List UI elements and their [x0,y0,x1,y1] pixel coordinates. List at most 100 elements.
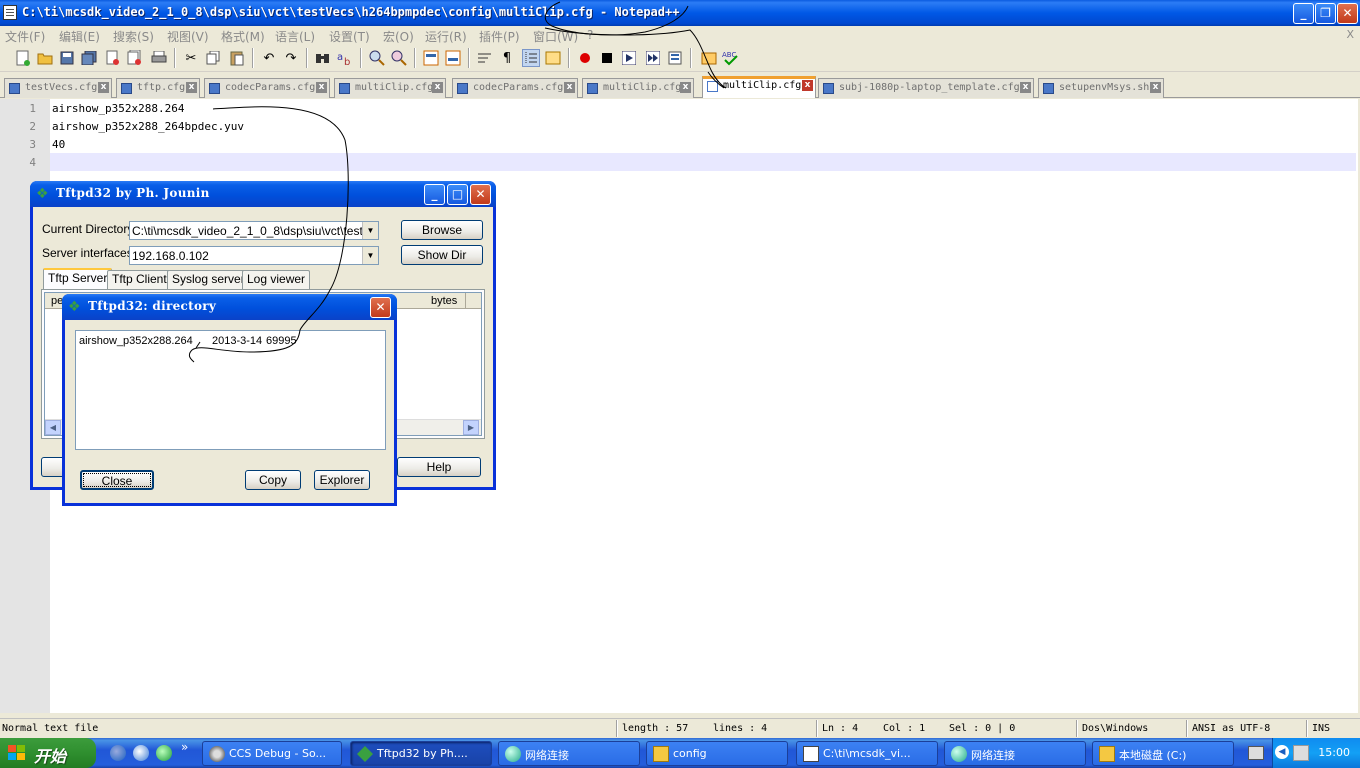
tab-close-icon[interactable]: x [802,80,813,91]
menu-item-3[interactable]: 视图(V) [167,28,209,45]
record-macro-icon[interactable] [576,49,594,67]
scroll-left-icon[interactable]: ◀ [45,420,61,435]
new-file-icon[interactable] [14,49,32,67]
menu-item-10[interactable]: 窗口(W) [533,28,578,45]
show-dir-button[interactable]: Show Dir [401,245,483,265]
tab-close-icon[interactable]: x [432,82,443,93]
minimize-button[interactable]: _ [1293,3,1314,24]
close-all-icon[interactable] [126,49,144,67]
tab-close-icon[interactable]: x [680,82,691,93]
quick-launch-more[interactable]: » [181,740,188,754]
paste-icon[interactable] [228,49,246,67]
word-wrap-icon[interactable] [476,49,494,67]
save-macro-icon[interactable] [666,49,684,67]
sync-horizontal-icon[interactable] [444,49,462,67]
spell-check-icon[interactable]: ABC [722,49,740,67]
menu-item-5[interactable]: 语言(L) [275,28,315,45]
directory-entry[interactable]: airshow_p352x288.264 2013-3-14 69995 [79,335,379,349]
current-directory-combo[interactable]: C:\ti\mcsdk_video_2_1_0_8\dsp\siu\vct\te… [129,221,379,240]
tab-tftp-client[interactable]: Tftp Client [107,270,172,289]
menu-item-1[interactable]: 编辑(E) [59,28,100,45]
tftpd-maximize-button[interactable]: □ [447,184,468,205]
menu-item-11[interactable]: ? [587,28,593,42]
zoom-out-icon[interactable] [390,49,408,67]
tab-3[interactable]: multiClip.cfg x [334,78,446,98]
close-button[interactable]: Close [80,470,154,490]
tab-close-icon[interactable]: x [186,82,197,93]
tab-close-icon[interactable]: x [1150,82,1161,93]
directory-dialog-title-bar[interactable]: ❖ Tftpd32: directory ✕ [62,294,397,320]
tab-syslog-server[interactable]: Syslog server [167,270,250,289]
tab-log-viewer[interactable]: Log viewer [242,270,311,289]
tftpd-close-button[interactable]: ✕ [470,184,491,205]
taskbar-button-0[interactable]: CCS Debug - So... [202,741,342,766]
run-macro-multiple-icon[interactable] [644,49,662,67]
print-icon[interactable] [150,49,168,67]
tab-6[interactable]: multiClip.cfg x [702,76,816,98]
stop-macro-icon[interactable] [598,49,616,67]
save-all-icon[interactable] [80,49,98,67]
tab-tftp-server[interactable]: Tftp Server [43,268,113,290]
menu-item-4[interactable]: 格式(M) [221,28,265,45]
copy-icon[interactable] [204,49,222,67]
tab-8[interactable]: setupenvMsys.sh x [1038,78,1164,98]
scroll-right-icon[interactable]: ▶ [463,420,479,435]
start-button[interactable]: 开始 [0,738,96,768]
close-button[interactable]: ✕ [1337,3,1358,24]
taskbar-button-3[interactable]: config [646,741,788,766]
play-macro-icon[interactable] [620,49,638,67]
tab-close-icon[interactable]: x [316,82,327,93]
close-file-icon[interactable] [104,49,122,67]
tray-app-icon[interactable] [1293,745,1309,761]
status-encoding[interactable]: ANSI as UTF-8 [1192,723,1270,734]
indent-guide-icon[interactable] [522,49,540,67]
undo-icon[interactable]: ↶ [260,49,278,67]
user-lang-icon[interactable] [544,49,562,67]
npp-title-bar[interactable]: C:\ti\mcsdk_video_2_1_0_8\dsp\siu\vct\te… [0,0,1360,26]
internet-explorer-icon[interactable] [110,745,126,761]
taskbar-button-2[interactable]: 网络连接 [498,741,640,766]
keyboard-icon[interactable] [1248,746,1264,760]
status-insert-mode[interactable]: INS [1312,723,1330,734]
server-interfaces-combo[interactable]: 192.168.0.102 ▼ [129,246,379,265]
tab-0[interactable]: testVecs.cfg x [4,78,112,98]
clock[interactable]: 15:00 [1318,746,1350,759]
function-list-icon[interactable] [700,49,718,67]
menu-item-8[interactable]: 运行(R) [425,28,467,45]
browse-button[interactable]: Browse [401,220,483,240]
menu-item-2[interactable]: 搜索(S) [113,28,154,45]
menu-item-0[interactable]: 文件(F) [5,28,45,45]
code-line[interactable]: airshow_p352x288_264bpdec.yuv [52,120,244,133]
tftpd-minimize-button[interactable]: _ [424,184,445,205]
tab-1[interactable]: tftp.cfg x [116,78,200,98]
column-bytes[interactable]: bytes [431,295,457,307]
redo-icon[interactable]: ↷ [282,49,300,67]
sync-vertical-icon[interactable] [422,49,440,67]
tab-7[interactable]: subj-1080p-laptop_template.cfg x [818,78,1034,98]
help-button[interactable]: Help [397,457,481,477]
directory-close-x-button[interactable]: ✕ [370,297,391,318]
taskbar-button-4[interactable]: C:\ti\mcsdk_vi... [796,741,938,766]
tab-5[interactable]: multiClip.cfg x [582,78,694,98]
taskbar-button-6[interactable]: 本地磁盘 (C:) [1092,741,1234,766]
messenger-icon[interactable] [156,745,172,761]
cut-icon[interactable]: ✂ [182,49,200,67]
tab-4[interactable]: codecParams.cfg x [452,78,578,98]
chevron-down-icon[interactable]: ▼ [362,247,378,264]
tab-close-icon[interactable]: x [564,82,575,93]
browser-icon[interactable] [133,745,149,761]
open-file-icon[interactable] [36,49,54,67]
chevron-down-icon[interactable]: ▼ [362,222,378,239]
restore-button[interactable]: ❐ [1315,3,1336,24]
replace-icon[interactable]: ab [336,49,354,67]
taskbar-button-1[interactable]: Tftpd32 by Ph.... [350,741,492,766]
menu-item-9[interactable]: 插件(P) [479,28,520,45]
show-all-chars-icon[interactable]: ¶ [498,49,516,67]
explorer-button[interactable]: Explorer [314,470,370,490]
status-eol[interactable]: Dos\Windows [1082,723,1148,734]
tray-collapse-icon[interactable]: ◀ [1275,745,1289,759]
tftpd32-title-bar[interactable]: ❖ Tftpd32 by Ph. Jounin _ □ ✕ [30,181,496,207]
code-line[interactable]: 40 [52,138,65,151]
code-line[interactable]: airshow_p352x288.264 [52,102,184,115]
menu-item-6[interactable]: 设置(T) [329,28,370,45]
